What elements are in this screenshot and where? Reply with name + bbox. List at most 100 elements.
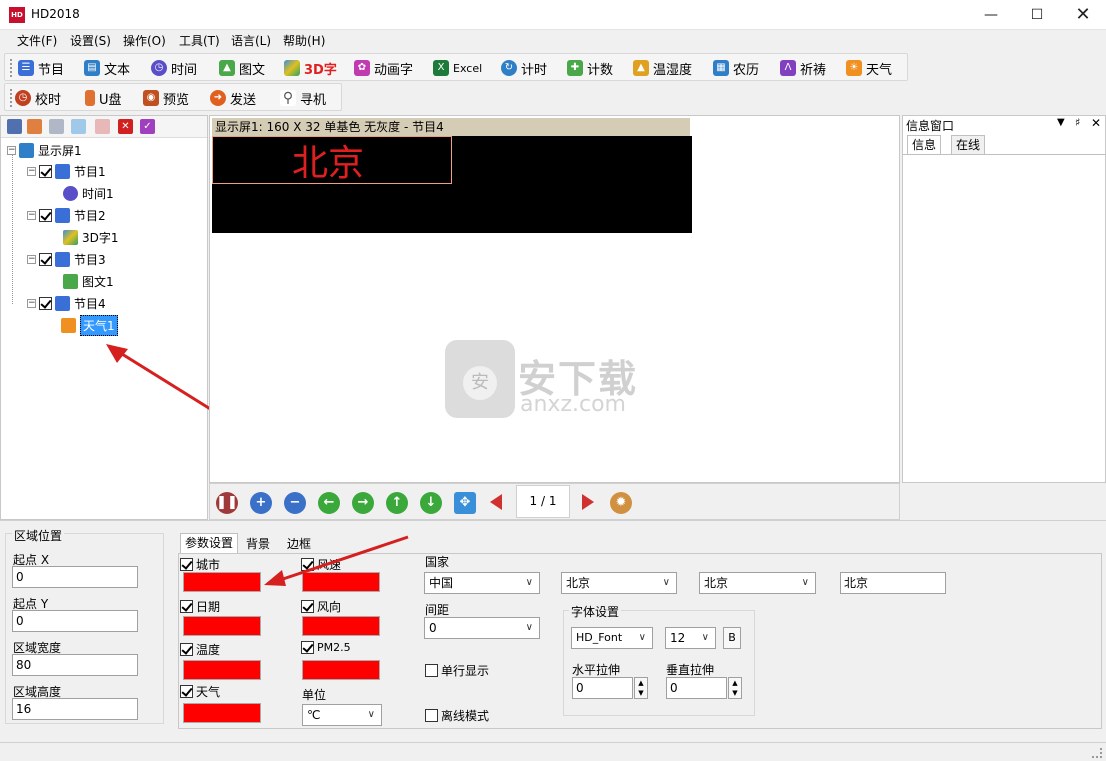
toolbar-timer-button[interactable]: ↻ 计时 bbox=[501, 57, 547, 79]
offline-mode-checkbox[interactable] bbox=[425, 709, 438, 722]
fit-screen-icon[interactable]: ✥ bbox=[454, 492, 476, 514]
settings-wheel-icon[interactable]: ✹ bbox=[610, 492, 632, 514]
program-checkbox[interactable] bbox=[39, 164, 52, 178]
city-color-swatch[interactable] bbox=[183, 572, 261, 592]
city-checkbox-row[interactable]: 城市 bbox=[180, 556, 220, 573]
copy-icon[interactable] bbox=[49, 119, 64, 134]
tab-info[interactable]: 信息 bbox=[907, 135, 942, 155]
menu-tools[interactable]: 工具(T) bbox=[179, 30, 220, 52]
single-line-checkbox-row[interactable]: 单行显示 bbox=[425, 662, 489, 679]
wind-direction-checkbox[interactable] bbox=[301, 600, 314, 613]
pm25-checkbox[interactable] bbox=[301, 641, 314, 654]
city-select[interactable]: 北京 ∨ bbox=[699, 572, 816, 594]
pm25-checkbox-row[interactable]: PM2.5 bbox=[301, 641, 351, 654]
toolbar-time-sync-button[interactable]: ◷ 校时 bbox=[15, 87, 61, 109]
country-select[interactable]: 中国 ∨ bbox=[424, 572, 540, 594]
tree-node-program-3[interactable]: − 节目3 bbox=[27, 249, 106, 269]
tree-node-time-1[interactable]: 时间1 bbox=[63, 183, 114, 203]
weather-checkbox-row[interactable]: 天气 bbox=[180, 683, 220, 700]
move-right-icon[interactable]: → bbox=[352, 492, 374, 514]
program-checkbox[interactable] bbox=[39, 208, 52, 222]
toolbar-image-text-button[interactable]: ▲ 图文 bbox=[219, 57, 265, 79]
pin-icon[interactable]: ♯ bbox=[1075, 116, 1080, 129]
check-all-icon[interactable]: ✓ bbox=[140, 119, 155, 134]
collapse-icon[interactable]: − bbox=[27, 254, 36, 264]
region-height-input[interactable]: 16 bbox=[12, 698, 138, 720]
toolbar-lunar-calendar-button[interactable]: ▦ 农历 bbox=[713, 57, 759, 79]
tree-node-weather-1[interactable]: 天气1 bbox=[61, 314, 118, 336]
horizontal-stretch-spinner[interactable]: ▲ ▼ bbox=[634, 677, 648, 699]
resize-grip-icon[interactable] bbox=[1092, 748, 1102, 758]
program-checkbox[interactable] bbox=[39, 296, 52, 310]
temperature-checkbox-row[interactable]: 温度 bbox=[180, 641, 220, 658]
move-up-icon[interactable] bbox=[71, 119, 86, 134]
font-select[interactable]: HD_Font ∨ bbox=[571, 627, 653, 649]
toolbar-grip[interactable] bbox=[10, 59, 13, 77]
close-button[interactable]: ✕ bbox=[1060, 0, 1106, 30]
toolbar-temperature-button[interactable]: ▲ 温湿度 bbox=[633, 57, 692, 79]
toolbar-grip[interactable] bbox=[10, 89, 13, 107]
dropdown-icon[interactable]: ▼ bbox=[1057, 117, 1065, 128]
close-icon[interactable]: ✕ bbox=[1091, 116, 1101, 130]
minimize-button[interactable]: — bbox=[968, 0, 1014, 30]
toolbar-text-button[interactable]: ▤ 文本 bbox=[84, 57, 130, 79]
menu-settings[interactable]: 设置(S) bbox=[70, 30, 111, 52]
vertical-stretch-spinner[interactable]: ▲ ▼ bbox=[728, 677, 742, 699]
toolbar-3d-text-button[interactable]: 3D字 bbox=[284, 57, 337, 79]
toolbar-find-device-button[interactable]: ⚲ 寻机 bbox=[280, 87, 326, 109]
previous-page-icon[interactable] bbox=[490, 494, 502, 510]
collapse-icon[interactable]: − bbox=[27, 210, 36, 220]
temperature-color-swatch[interactable] bbox=[183, 660, 261, 680]
bold-button[interactable]: B bbox=[723, 627, 741, 649]
vertical-stretch-input[interactable]: 0 bbox=[666, 677, 727, 699]
date-checkbox[interactable] bbox=[180, 600, 193, 613]
move-down-icon[interactable]: ↓ bbox=[420, 492, 442, 514]
offline-mode-checkbox-row[interactable]: 离线模式 bbox=[425, 707, 489, 724]
single-line-checkbox[interactable] bbox=[425, 664, 438, 677]
spacing-select[interactable]: 0 ∨ bbox=[424, 617, 540, 639]
menu-operation[interactable]: 操作(O) bbox=[123, 30, 166, 52]
province-select[interactable]: 北京 ∨ bbox=[561, 572, 677, 594]
toolbar-animation-text-button[interactable]: ✿ 动画字 bbox=[354, 57, 413, 79]
zoom-out-icon[interactable]: − bbox=[284, 492, 306, 514]
toolbar-prayer-button[interactable]: Λ 祈祷 bbox=[780, 57, 826, 79]
tree-node-3d-text-1[interactable]: 3D字1 bbox=[63, 227, 119, 247]
toolbar-usb-button[interactable]: U盘 bbox=[85, 87, 122, 109]
tree-node-image-text-1[interactable]: 图文1 bbox=[63, 271, 114, 291]
wind-direction-checkbox-row[interactable]: 风向 bbox=[301, 598, 341, 615]
toolbar-send-button[interactable]: ➜ 发送 bbox=[210, 87, 256, 109]
tab-online[interactable]: 在线 bbox=[951, 135, 986, 155]
toolbar-weather-button[interactable]: ☀ 天气 bbox=[846, 57, 892, 79]
menu-language[interactable]: 语言(L) bbox=[231, 30, 271, 52]
toolbar-counter-button[interactable]: ✚ 计数 bbox=[567, 57, 613, 79]
collapse-icon[interactable]: − bbox=[27, 166, 36, 176]
start-x-input[interactable]: 0 bbox=[12, 566, 138, 588]
toolbar-time-button[interactable]: ◷ 时间 bbox=[151, 57, 197, 79]
next-page-icon[interactable] bbox=[582, 494, 594, 510]
move-left-icon[interactable]: ← bbox=[318, 492, 340, 514]
region-width-input[interactable]: 80 bbox=[12, 654, 138, 676]
maximize-button[interactable]: ☐ bbox=[1014, 0, 1060, 30]
temperature-checkbox[interactable] bbox=[180, 643, 193, 656]
tree-node-program-1[interactable]: − 节目1 bbox=[27, 161, 106, 181]
move-up-icon[interactable]: ↑ bbox=[386, 492, 408, 514]
move-down-icon[interactable] bbox=[95, 119, 110, 134]
weather-color-swatch[interactable] bbox=[183, 703, 261, 723]
start-y-input[interactable]: 0 bbox=[12, 610, 138, 632]
program-checkbox[interactable] bbox=[39, 252, 52, 266]
tree-node-program-4[interactable]: − 节目4 bbox=[27, 293, 106, 313]
toolbar-excel-button[interactable]: X Excel bbox=[433, 57, 482, 79]
date-checkbox-row[interactable]: 日期 bbox=[180, 598, 220, 615]
collapse-icon[interactable]: − bbox=[27, 298, 36, 308]
date-color-swatch[interactable] bbox=[183, 616, 261, 636]
zoom-in-icon[interactable]: + bbox=[250, 492, 272, 514]
unit-select[interactable]: ℃ ∨ bbox=[302, 704, 382, 726]
tree-node-screen[interactable]: − 显示屏1 bbox=[7, 140, 82, 160]
pm25-color-swatch[interactable] bbox=[302, 660, 380, 680]
add-program-icon[interactable] bbox=[27, 119, 42, 134]
weather-checkbox[interactable] bbox=[180, 685, 193, 698]
menu-help[interactable]: 帮助(H) bbox=[283, 30, 325, 52]
toolbar-program-button[interactable]: ☰ 节目 bbox=[18, 57, 64, 79]
city-checkbox[interactable] bbox=[180, 558, 193, 571]
tab-parameters[interactable]: 参数设置 bbox=[180, 533, 239, 553]
